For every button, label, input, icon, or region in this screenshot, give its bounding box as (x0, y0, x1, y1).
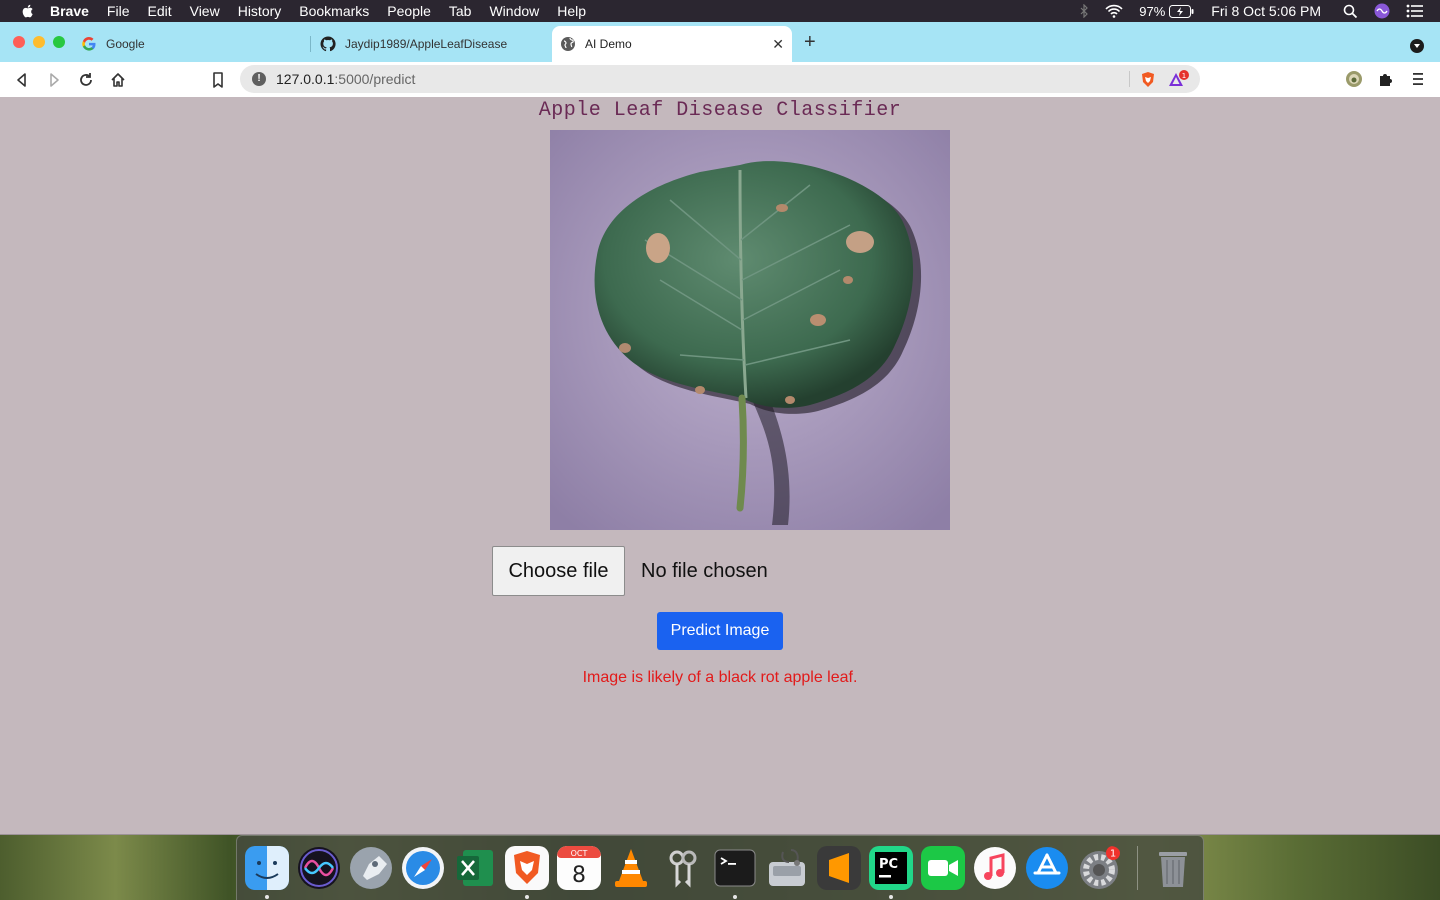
pycharm-letters: PC (879, 857, 898, 872)
disk-utility-icon[interactable] (765, 846, 809, 890)
sublime-text-icon[interactable] (817, 846, 861, 890)
url-text[interactable]: 127.0.0.1:5000/predict (276, 71, 415, 87)
leaf-preview-image (550, 130, 950, 530)
dock: OCT 8 PC 1 (236, 835, 1204, 900)
battery-charging-icon[interactable] (1169, 4, 1195, 18)
calendar-month: OCT (571, 849, 588, 858)
battery-percent: 97% (1139, 3, 1166, 19)
close-window-button[interactable] (13, 36, 25, 48)
site-info-icon[interactable]: ! (252, 72, 266, 86)
notification-badge: 1 (1110, 849, 1116, 860)
calendar-icon[interactable]: OCT 8 (557, 846, 601, 890)
spotlight-search-icon[interactable] (1343, 4, 1358, 19)
github-icon (320, 36, 336, 52)
menu-tab[interactable]: Tab (449, 3, 472, 19)
file-status-text: No file chosen (641, 559, 768, 582)
bookmark-icon[interactable] (209, 71, 227, 89)
choose-file-button[interactable]: Choose file (492, 546, 625, 596)
vlc-icon[interactable] (609, 846, 653, 890)
browser-window: Google Jaydip1989/AppleLeafDisease AI De… (0, 22, 1440, 835)
bluetooth-icon[interactable] (1079, 4, 1089, 18)
trash-icon[interactable] (1151, 846, 1195, 890)
home-icon[interactable] (109, 71, 127, 89)
brave-rewards-icon[interactable]: 1 (1168, 70, 1190, 88)
file-input: Choose file No file chosen (492, 546, 768, 596)
dock-divider (1137, 846, 1138, 890)
menu-history[interactable]: History (238, 3, 282, 19)
globe-icon (561, 37, 575, 51)
pycharm-icon[interactable]: PC (869, 846, 913, 890)
tab-strip: Google Jaydip1989/AppleLeafDisease AI De… (0, 22, 1440, 62)
notification-center-icon[interactable] (1406, 4, 1424, 18)
calendar-day: 8 (572, 863, 586, 888)
system-preferences-icon[interactable]: 1 (1077, 846, 1121, 890)
brave-shields-icon[interactable] (1140, 71, 1156, 88)
tab-github[interactable]: Jaydip1989/AppleLeafDisease (320, 26, 548, 62)
siri-icon[interactable] (297, 846, 341, 890)
tab-google[interactable]: Google (81, 26, 309, 62)
wifi-icon[interactable] (1105, 4, 1123, 18)
status-tray: 97% Fri 8 Oct 5:06 PM (1079, 0, 1440, 22)
excel-icon[interactable] (453, 846, 497, 890)
forward-icon[interactable] (45, 71, 63, 89)
prediction-result: Image is likely of a black rot apple lea… (582, 669, 858, 686)
menu-edit[interactable]: Edit (147, 3, 171, 19)
page-title: Apple Leaf Disease Classifier (538, 99, 902, 122)
safari-icon[interactable] (401, 846, 445, 890)
running-indicator (525, 895, 529, 899)
tab-ai-demo[interactable]: AI Demo ✕ (552, 26, 792, 62)
running-indicator (265, 895, 269, 899)
brave-browser-icon[interactable] (505, 846, 549, 890)
menu-help[interactable]: Help (557, 3, 586, 19)
rewards-badge: 1 (1182, 72, 1186, 80)
address-bar[interactable]: ! 127.0.0.1:5000/predict 1 (240, 65, 1200, 93)
menu-view[interactable]: View (190, 3, 220, 19)
hamburger-menu-icon[interactable] (1409, 70, 1427, 88)
running-indicator (733, 895, 737, 899)
tab-search-menu-icon[interactable] (1410, 39, 1424, 53)
minimize-window-button[interactable] (33, 36, 45, 48)
maximize-window-button[interactable] (53, 36, 65, 48)
address-bar-divider (1129, 71, 1130, 87)
google-icon (82, 37, 96, 51)
music-icon[interactable] (973, 846, 1017, 890)
close-tab-icon[interactable]: ✕ (772, 36, 784, 53)
extensions-puzzle-icon[interactable] (1377, 70, 1395, 88)
terminal-icon[interactable] (713, 846, 757, 890)
profile-avatar-icon[interactable] (1345, 70, 1363, 88)
tab-title: Jaydip1989/AppleLeafDisease (345, 37, 508, 51)
browser-toolbar: ! 127.0.0.1:5000/predict 1 (0, 62, 1440, 98)
menu-file[interactable]: File (107, 3, 130, 19)
launchpad-icon[interactable] (349, 846, 393, 890)
menu-people[interactable]: People (387, 3, 431, 19)
menu-window[interactable]: Window (489, 3, 539, 19)
tab-title: Google (106, 37, 145, 51)
reload-icon[interactable] (77, 71, 95, 89)
macos-menu-bar: Brave File Edit View History Bookmarks P… (0, 0, 1440, 22)
menu-app-brave[interactable]: Brave (50, 3, 89, 19)
facetime-icon[interactable] (921, 846, 965, 890)
menu-bookmarks[interactable]: Bookmarks (299, 3, 369, 19)
new-tab-button[interactable]: + (804, 32, 816, 52)
back-icon[interactable] (13, 71, 31, 89)
finder-icon[interactable] (245, 846, 289, 890)
clock[interactable]: Fri 8 Oct 5:06 PM (1211, 3, 1321, 19)
app-store-icon[interactable] (1025, 846, 1069, 890)
apple-logo-icon[interactable] (20, 3, 36, 19)
page-content: Apple Leaf Disease Classifier Choose fil… (0, 97, 1440, 834)
tab-title: AI Demo (585, 37, 632, 51)
predict-image-button[interactable]: Predict Image (657, 612, 783, 650)
keychain-access-icon[interactable] (661, 846, 705, 890)
running-indicator (889, 895, 893, 899)
siri-icon[interactable] (1374, 3, 1390, 19)
tab-divider (310, 36, 311, 52)
